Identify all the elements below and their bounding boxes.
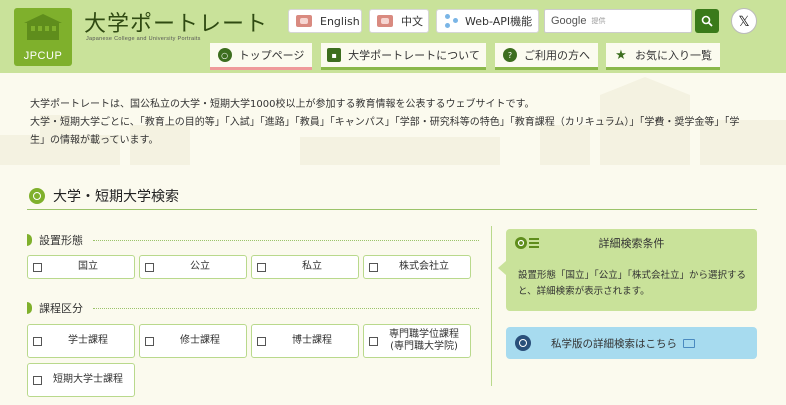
- search-icon: [515, 335, 531, 351]
- nav-favorites[interactable]: ★ お気に入り一覧: [606, 43, 720, 70]
- nav-about[interactable]: ▪ 大学ポートレートについて: [321, 43, 486, 70]
- search-button[interactable]: [695, 9, 719, 33]
- label-marker: [27, 234, 32, 246]
- detail-search-panel: 詳細検索条件 設置形態「国立」「公立」「株式会社立」から選択すると、詳細検索が表…: [498, 229, 757, 311]
- checkbox-public[interactable]: 公立: [139, 255, 247, 279]
- checkbox-box[interactable]: [369, 262, 378, 272]
- english-label: English: [320, 14, 360, 28]
- checkbox-master[interactable]: 修士課程: [139, 324, 247, 358]
- label-marker: [27, 302, 32, 314]
- search-icon: [701, 15, 713, 27]
- checkbox-private[interactable]: 私立: [251, 255, 359, 279]
- checkbox-box[interactable]: [145, 336, 154, 346]
- private-detail-search-label: 私学版の詳細検索はこちら: [551, 337, 677, 350]
- building-icon: [24, 14, 62, 40]
- site-subtitle: Japanese College and University Portrait…: [86, 36, 201, 42]
- folder-icon: ▪: [327, 48, 342, 62]
- search-icon: ○: [217, 48, 232, 62]
- intro-line-1: 大学ポートレートは、国公私立の大学・短期大学1000校以上が参加する教育情報を公…: [30, 99, 535, 110]
- checkbox-label: 私立: [302, 261, 322, 272]
- search-icon: [29, 187, 45, 204]
- checkbox-label: 国立: [78, 261, 98, 272]
- group-label-text: 設置形態: [39, 234, 83, 247]
- checkbox-national[interactable]: 国立: [27, 255, 135, 279]
- nav-top-label: トップページ: [238, 49, 305, 62]
- chinese-label: 中文: [401, 15, 423, 28]
- checkbox-label: 公立: [190, 261, 210, 272]
- checkbox-box[interactable]: [33, 336, 42, 346]
- search-section-heading: 大学・短期大学検索: [27, 182, 757, 210]
- private-detail-search-button[interactable]: 私学版の詳細検索はこちら: [506, 327, 757, 359]
- checkbox-label: 修士課程: [180, 335, 220, 346]
- logo-text: JPCUP: [23, 50, 63, 62]
- webapi-button[interactable]: Web-API機能: [436, 9, 539, 33]
- external-window-icon: [683, 338, 695, 348]
- search-placeholder: 提供: [591, 17, 606, 25]
- checkbox-doctor[interactable]: 博士課程: [251, 324, 359, 358]
- search-input[interactable]: Google 提供: [544, 9, 692, 33]
- intro-text: 大学ポートレートは、国公私立の大学・短期大学1000校以上が参加する教育情報を公…: [30, 96, 754, 150]
- checkbox-label: 株式会社立: [399, 261, 449, 272]
- star-icon: ★: [615, 47, 627, 63]
- detail-search-text: 設置形態「国立」「公立」「株式会社立」から選択すると、詳細検索が表示されます。: [518, 270, 747, 297]
- detail-search-title: 詳細検索条件: [598, 237, 665, 250]
- x-icon: 𝕏: [738, 12, 750, 29]
- site-title[interactable]: 大学ポートレート: [84, 6, 268, 38]
- divider: [93, 239, 479, 241]
- x-social-button[interactable]: 𝕏: [731, 8, 757, 34]
- english-button[interactable]: English: [288, 9, 362, 33]
- checkbox-label: 短期大学士課程: [53, 374, 123, 385]
- checkbox-box[interactable]: [257, 262, 266, 272]
- site-header: JPCUP 大学ポートレート Japanese College and Univ…: [0, 0, 786, 73]
- webapi-label: Web-API機能: [465, 15, 533, 28]
- chinese-button[interactable]: 中文: [369, 9, 429, 33]
- nav-users[interactable]: ? ご利用の方へ: [495, 43, 598, 70]
- nav-users-label: ご利用の方へ: [524, 49, 590, 62]
- search-heading-text: 大学・短期大学検索: [53, 188, 179, 205]
- checkbox-box[interactable]: [369, 336, 378, 346]
- nav-favorites-label: お気に入り一覧: [635, 49, 712, 62]
- checkbox-label: 博士課程: [292, 335, 332, 346]
- checkbox-box[interactable]: [257, 336, 266, 346]
- checkbox-label: 学士課程: [68, 335, 108, 346]
- question-icon: ?: [503, 48, 517, 62]
- checkbox-corporate[interactable]: 株式会社立: [363, 255, 471, 279]
- group-label-text: 課程区分: [39, 302, 83, 315]
- checkbox-bachelor[interactable]: 学士課程: [27, 324, 135, 358]
- site-logo[interactable]: JPCUP: [14, 8, 72, 66]
- divider: [93, 307, 479, 309]
- language-icon: [296, 15, 312, 27]
- checkbox-label: 専門職学位課程 (専門職大学院): [389, 329, 459, 352]
- checkbox-box[interactable]: [33, 262, 42, 272]
- checkbox-professional[interactable]: 専門職学位課程 (専門職大学院): [363, 324, 471, 358]
- intro-line-2: 大学・短期大学ごとに、「教育上の目的等」「入試」「進路」「教員」「キャンパス」「…: [30, 117, 740, 146]
- network-icon: [445, 14, 459, 28]
- checkbox-junior-college[interactable]: 短期大学士課程: [27, 363, 135, 397]
- nav-top-page[interactable]: ○ トップページ: [210, 43, 312, 70]
- nav-about-label: 大学ポートレートについて: [348, 49, 480, 62]
- checkbox-box[interactable]: [145, 262, 154, 272]
- group-label-course-type: 課程区分: [27, 300, 479, 316]
- group-label-setup-type: 設置形態: [27, 232, 479, 248]
- checkbox-box[interactable]: [33, 375, 42, 385]
- language-icon: [377, 15, 393, 27]
- google-brand: Google: [551, 15, 587, 27]
